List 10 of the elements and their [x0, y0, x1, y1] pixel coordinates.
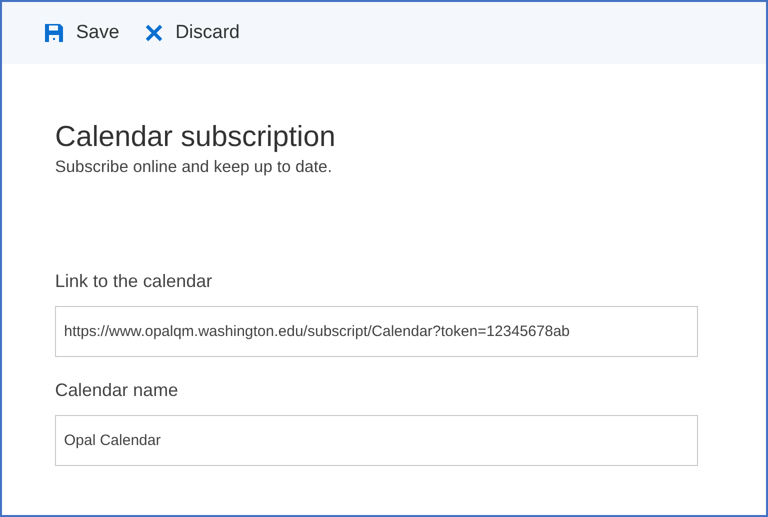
text-field[interactable]: Opal Calendar	[55, 414, 698, 466]
text-field[interactable]: https://www.opalqm.washington.edu/subscript/Calendar?token=12345678ab	[55, 306, 698, 357]
discard-button[interactable]: Discard	[139, 14, 246, 52]
save-icon	[44, 23, 64, 43]
close-icon	[145, 24, 164, 42]
save-button[interactable]: Save	[38, 14, 126, 52]
page-subtitle: Subscribe online and keep up to date.	[55, 156, 334, 178]
page-title: Calendar subscription	[55, 120, 336, 155]
field-label: Link to the calendar	[55, 270, 212, 293]
field-label: Calendar name	[55, 378, 178, 402]
